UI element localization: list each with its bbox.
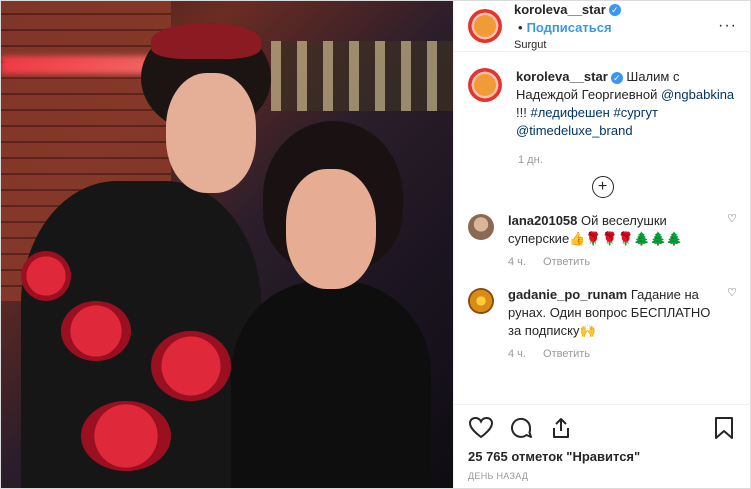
comment-time[interactable]: 4 ч. (508, 348, 526, 360)
commenter-username[interactable]: lana201058 (508, 213, 577, 228)
separator-dot: • (518, 20, 523, 35)
caption-text: !!! (516, 105, 527, 120)
caption-username[interactable]: koroleva__star (516, 69, 608, 84)
action-icons-row (468, 413, 737, 443)
dress-rose (151, 331, 231, 401)
hashtag-link[interactable]: #сургут (613, 105, 658, 120)
comment-actions: 4 ч. Ответить (508, 348, 737, 360)
author-avatar[interactable] (468, 9, 502, 43)
header-title-row: koroleva__star ✓ • Подписаться (514, 1, 718, 37)
caption-avatar[interactable] (468, 68, 502, 102)
comment-body: lana201058 Ой веселушки суперские👍🌹🌹🌹🌲🌲🌲 (508, 212, 721, 248)
share-icon[interactable] (548, 416, 574, 440)
avatar-image (474, 74, 496, 96)
mention-link[interactable]: @ngbabkina (661, 87, 734, 102)
dress-rose (81, 401, 171, 471)
like-comment-heart-icon[interactable]: ♡ (721, 212, 737, 248)
woman-left-face (166, 73, 256, 193)
post-date[interactable]: ДЕНЬ НАЗАД (468, 471, 737, 481)
mention-link[interactable]: @timedeluxe_brand (516, 123, 633, 138)
hashtag-link[interactable]: #ледифешен (530, 105, 609, 120)
caption-time[interactable]: 1 дн. (518, 154, 737, 166)
dress-rose (61, 301, 131, 361)
post-header: koroleva__star ✓ • Подписаться Surgut ··· (454, 1, 751, 52)
neon-light (1, 56, 161, 74)
location-link[interactable]: Surgut (514, 39, 718, 51)
comment: gadanie_po_runam Гадание на рунах. Один … (468, 286, 737, 340)
comments-section: koroleva__star ✓ Шалим с Надеждой Георгие… (454, 52, 751, 404)
caption-body: koroleva__star ✓ Шалим с Надеждой Георгие… (516, 68, 737, 140)
woman-right-face (286, 169, 376, 289)
commenter-avatar[interactable] (468, 214, 494, 240)
reply-button[interactable]: Ответить (543, 348, 590, 360)
commenter-username[interactable]: gadanie_po_runam (508, 287, 627, 302)
comment-icon[interactable] (508, 416, 534, 440)
post-sidebar: koroleva__star ✓• Подписаться Surgut ··· k… (453, 1, 751, 488)
dress-rose (21, 251, 71, 301)
headband (151, 23, 261, 59)
comment: lana201058 Ой веселушки суперские👍🌹🌹🌹🌲🌲🌲… (468, 212, 737, 248)
verified-icon: ✓ (608, 3, 621, 16)
comment-time[interactable]: 4 ч. (508, 256, 526, 268)
add-comments-icon[interactable]: + (591, 176, 614, 198)
commenter-avatar[interactable] (468, 288, 494, 314)
more-options-icon[interactable]: ··· (718, 17, 737, 35)
post-photo[interactable] (1, 1, 453, 488)
comment-body: gadanie_po_runam Гадание на рунах. Один … (508, 286, 721, 340)
author-username[interactable]: koroleva__star (514, 2, 606, 17)
balcony-railing (271, 41, 453, 111)
like-comment-heart-icon[interactable]: ♡ (721, 286, 737, 340)
caption: koroleva__star ✓ Шалим с Надеждой Георгие… (468, 68, 737, 140)
heart-icon[interactable] (468, 416, 494, 440)
follow-button[interactable]: Подписаться (527, 20, 612, 35)
likes-count[interactable]: 25 765 отметок "Нравится" (468, 449, 737, 464)
post-actions: 25 765 отметок "Нравится" ДЕНЬ НАЗАД (454, 404, 751, 488)
header-text: koroleva__star ✓ • Подписаться Surgut (514, 1, 718, 51)
verified-icon: ✓ (610, 71, 623, 84)
instagram-post: koroleva__star ✓• Подписаться Surgut ··· k… (0, 0, 751, 489)
reply-button[interactable]: Ответить (543, 256, 590, 268)
bookmark-icon[interactable] (711, 416, 737, 440)
avatar-image (474, 15, 496, 37)
woman-right-body (231, 281, 431, 488)
comment-actions: 4 ч. Ответить (508, 256, 737, 268)
